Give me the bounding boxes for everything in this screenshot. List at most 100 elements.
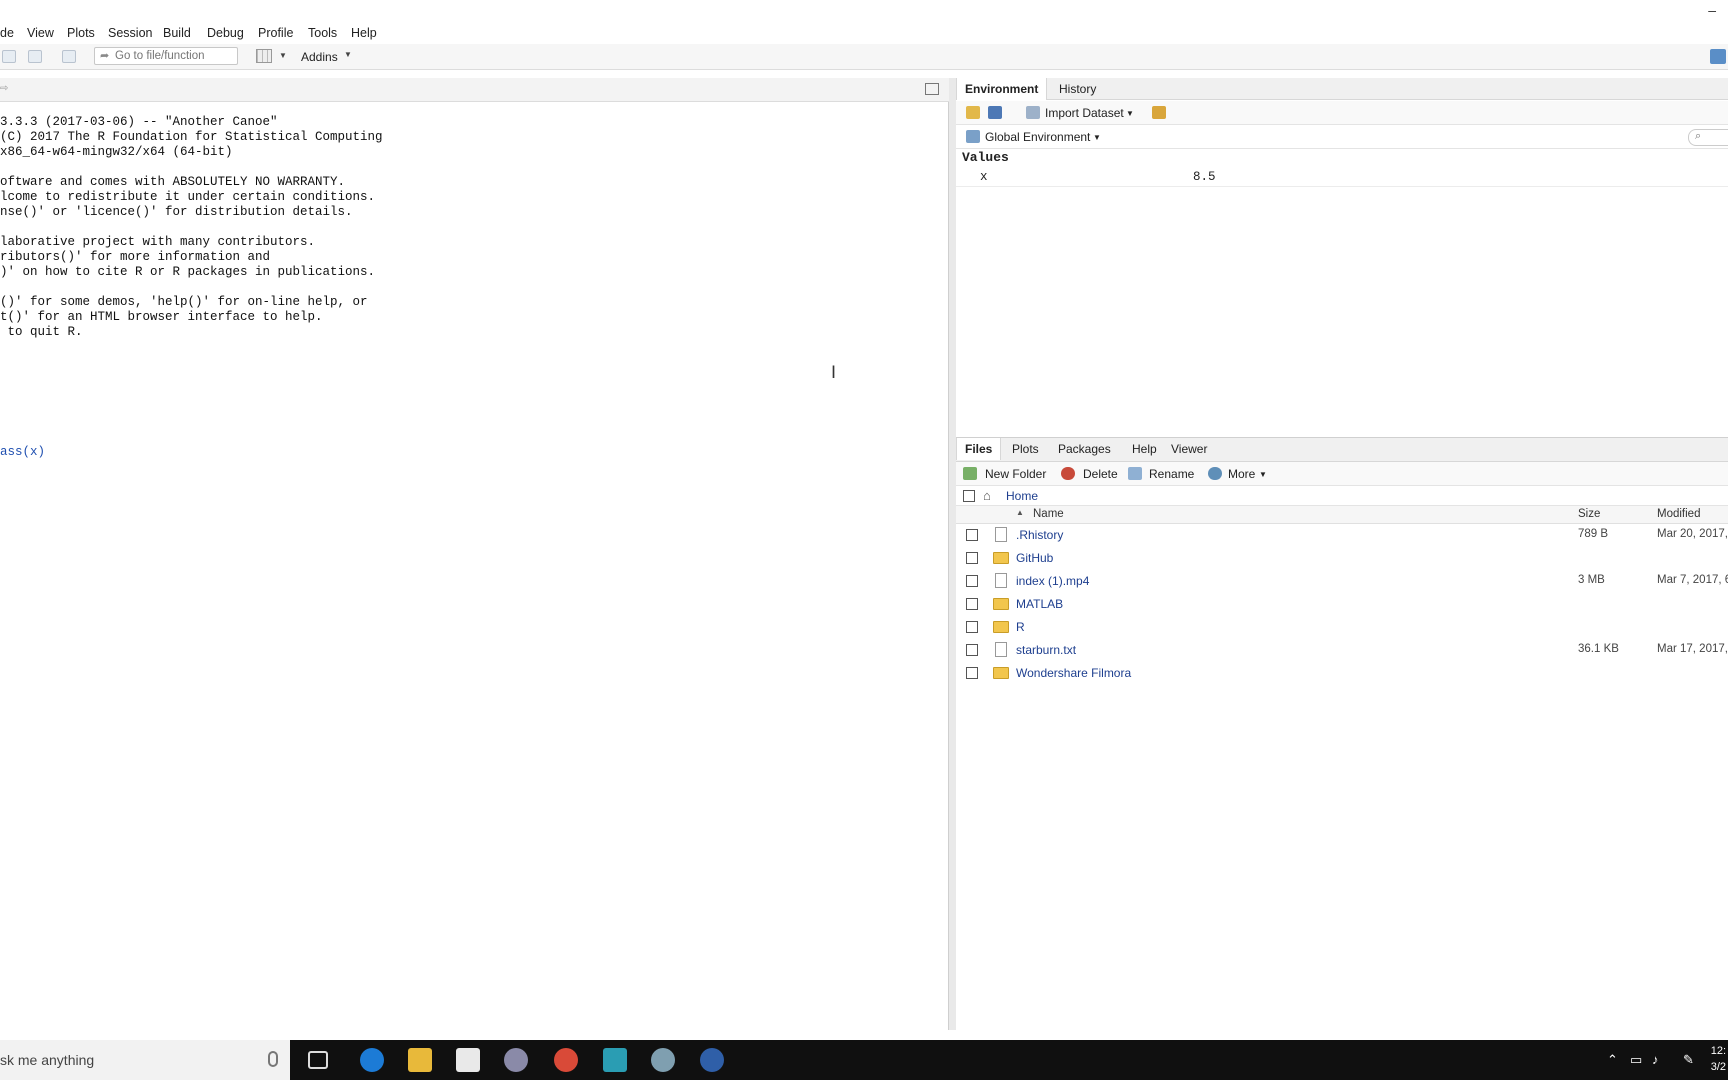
menu-help[interactable]: Help (351, 26, 377, 40)
console-line: lcome to redistribute it under certain c… (0, 190, 376, 204)
chevron-down-icon[interactable]: ▼ (1259, 470, 1267, 479)
column-size[interactable]: Size (1578, 508, 1600, 520)
file-row[interactable]: MATLAB (956, 593, 1728, 616)
network-icon[interactable]: ▭ (1630, 1052, 1642, 1068)
rstudio-icon[interactable] (700, 1048, 724, 1072)
save-icon[interactable] (2, 50, 16, 63)
addins-button[interactable]: Addins (301, 50, 338, 64)
print-icon[interactable] (62, 50, 76, 63)
chevron-down-icon[interactable]: ▼ (1126, 109, 1134, 118)
file-row[interactable]: R (956, 616, 1728, 639)
file-row[interactable]: starburn.txt 36.1 KB Mar 17, 2017, (956, 639, 1728, 662)
pen-icon[interactable]: ✎ (1683, 1052, 1694, 1068)
menu-code[interactable]: de (0, 26, 14, 40)
file-name[interactable]: R (1016, 620, 1025, 634)
row-checkbox[interactable] (966, 575, 978, 587)
chevron-down-icon[interactable]: ▼ (344, 50, 352, 59)
tab-packages[interactable]: Packages (1050, 438, 1119, 460)
row-checkbox[interactable] (966, 529, 978, 541)
chevron-down-icon[interactable]: ▼ (279, 51, 287, 60)
delete-button[interactable]: Delete (1083, 467, 1118, 481)
file-name[interactable]: GitHub (1016, 551, 1053, 565)
column-modified[interactable]: Modified (1657, 508, 1700, 520)
tab-files[interactable]: Files (956, 438, 1002, 460)
load-workspace-icon[interactable] (966, 106, 980, 119)
rename-button[interactable]: Rename (1149, 467, 1194, 481)
console-header: ⇨ (0, 78, 949, 102)
filmora-icon[interactable] (603, 1048, 627, 1072)
menu-debug[interactable]: Debug (207, 26, 244, 40)
chevron-down-icon[interactable]: ▼ (1093, 133, 1101, 142)
console-line: laborative project with many contributor… (0, 235, 316, 249)
row-checkbox[interactable] (966, 667, 978, 679)
chrome-icon[interactable] (554, 1048, 578, 1072)
console-pane[interactable]: ⇨ 3.3.3 (2017-03-06) -- "Another Canoe" … (0, 78, 949, 1030)
import-dataset-button[interactable]: Import Dataset (1045, 106, 1124, 120)
file-name[interactable]: .Rhistory (1016, 528, 1063, 542)
row-checkbox[interactable] (966, 621, 978, 633)
pane-splitter[interactable] (949, 78, 956, 1030)
edge-browser-icon[interactable] (360, 1048, 384, 1072)
new-folder-button[interactable]: New Folder (985, 467, 1046, 481)
paint-icon[interactable] (651, 1048, 675, 1072)
go-to-file-box[interactable]: ➦ (94, 47, 238, 65)
menu-plots[interactable]: Plots (67, 26, 95, 40)
show-hidden-icons-chevron-icon[interactable]: ⌃ (1607, 1052, 1618, 1068)
file-name[interactable]: starburn.txt (1016, 643, 1076, 657)
delete-icon[interactable] (1061, 467, 1075, 480)
maximize-pane-icon[interactable] (925, 83, 939, 95)
tab-viewer[interactable]: Viewer (1163, 438, 1215, 460)
project-icon[interactable] (1710, 49, 1726, 64)
environment-row[interactable]: x 8.5 (956, 167, 1728, 187)
tab-history[interactable]: History (1051, 78, 1104, 100)
file-name[interactable]: Wondershare Filmora (1016, 666, 1131, 680)
rename-icon[interactable] (1128, 467, 1142, 480)
app-icon[interactable] (504, 1048, 528, 1072)
minimize-button[interactable]: – (1708, 2, 1716, 18)
volume-icon[interactable]: ♪ (1652, 1052, 1659, 1067)
save-workspace-icon[interactable] (988, 106, 1002, 119)
workspace-panes-icon[interactable] (256, 49, 272, 63)
environment-search[interactable]: ⌕ (1688, 129, 1728, 146)
new-folder-icon[interactable] (963, 467, 977, 480)
file-row[interactable]: .Rhistory 789 B Mar 20, 2017, (956, 524, 1728, 547)
more-button[interactable]: More (1228, 467, 1255, 481)
home-icon[interactable]: ⌂ (983, 488, 991, 503)
tab-help[interactable]: Help (1124, 438, 1165, 460)
row-checkbox[interactable] (966, 644, 978, 656)
go-to-file-input[interactable] (115, 49, 235, 63)
sort-ascending-icon: ▲ (1016, 508, 1024, 517)
console-line: nse()' or 'licence()' for distribution d… (0, 205, 353, 219)
file-row[interactable]: GitHub (956, 547, 1728, 570)
taskbar-search-box[interactable]: sk me anything (0, 1040, 290, 1080)
file-name[interactable]: index (1).mp4 (1016, 574, 1089, 588)
file-explorer-icon[interactable] (408, 1048, 432, 1072)
folder-icon (993, 598, 1009, 610)
file-row[interactable]: Wondershare Filmora (956, 662, 1728, 685)
row-checkbox[interactable] (966, 598, 978, 610)
taskbar-clock[interactable]: 12: 3/2 (1711, 1043, 1726, 1075)
menu-build[interactable]: Build (163, 26, 191, 40)
file-row[interactable]: index (1).mp4 3 MB Mar 7, 2017, 6 (956, 570, 1728, 593)
gear-icon[interactable] (1208, 467, 1222, 480)
column-name[interactable]: Name (1033, 508, 1064, 520)
task-view-icon[interactable] (308, 1051, 328, 1069)
breadcrumb-home[interactable]: Home (1006, 489, 1038, 503)
file-name[interactable]: MATLAB (1016, 597, 1063, 611)
microphone-icon[interactable] (268, 1051, 278, 1067)
tab-plots[interactable]: Plots (1004, 438, 1047, 460)
broom-icon[interactable] (1152, 106, 1166, 119)
import-dataset-icon[interactable] (1026, 106, 1040, 119)
menu-session[interactable]: Session (108, 26, 152, 40)
save-all-icon[interactable] (28, 50, 42, 63)
menu-profile[interactable]: Profile (258, 26, 293, 40)
console-input-line[interactable]: ass(x) (0, 445, 45, 459)
text-cursor-icon: I (831, 363, 837, 383)
menu-tools[interactable]: Tools (308, 26, 337, 40)
store-icon[interactable] (456, 1048, 480, 1072)
select-all-checkbox[interactable] (963, 490, 975, 502)
tab-environment[interactable]: Environment (956, 78, 1048, 100)
row-checkbox[interactable] (966, 552, 978, 564)
menu-view[interactable]: View (27, 26, 54, 40)
global-environment-dropdown[interactable]: Global Environment (985, 130, 1090, 144)
